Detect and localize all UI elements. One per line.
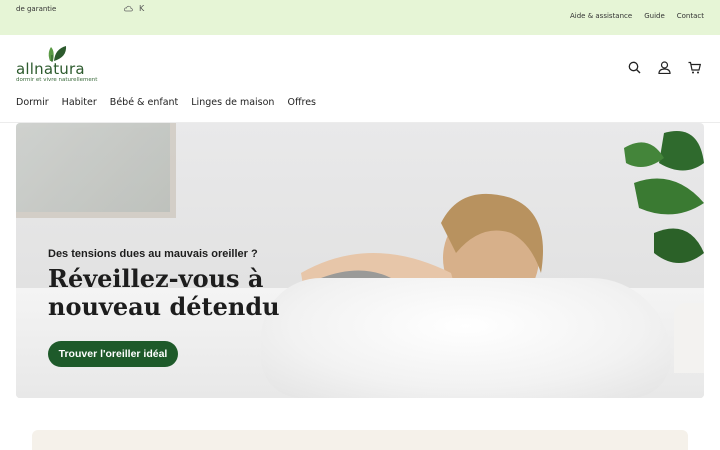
hero-headline-line-2: nouveau détendu <box>48 292 280 321</box>
hero-plant-pot <box>674 303 704 373</box>
nav-item-habiter[interactable]: Habiter <box>62 97 97 108</box>
hero-headline: Réveillez-vous à nouveau détendu <box>48 265 280 321</box>
user-icon[interactable] <box>656 59 672 75</box>
link-guide[interactable]: Guide <box>644 12 665 20</box>
cart-icon[interactable] <box>686 59 702 75</box>
promo-extra-label: K <box>139 4 145 13</box>
hero-wall-art <box>16 123 176 218</box>
nav-item-linges[interactable]: Linges de maison <box>191 97 274 108</box>
search-icon[interactable] <box>626 59 642 75</box>
site-header: allnatura dormir et vivre naturellement … <box>0 35 720 123</box>
hero-headline-line-1: Réveillez-vous à <box>48 264 264 293</box>
logo-tagline: dormir et vivre naturellement <box>16 77 98 83</box>
nav-item-dormir[interactable]: Dormir <box>16 97 49 108</box>
nav-item-offres[interactable]: Offres <box>287 97 316 108</box>
site-logo[interactable]: allnatura dormir et vivre naturellement <box>16 43 126 85</box>
link-help[interactable]: Aide & assistance <box>570 12 632 20</box>
promo-text: de garantie <box>16 5 57 13</box>
main-nav: Dormir Habiter Bébé & enfant Linges de m… <box>16 97 316 108</box>
hero-kicker: Des tensions dues au mauvais oreiller ? <box>48 248 258 260</box>
link-contact[interactable]: Contact <box>677 12 704 20</box>
promo-extra: K <box>124 4 144 13</box>
hero-banner: Des tensions dues au mauvais oreiller ? … <box>16 123 704 398</box>
cloud-icon <box>124 5 133 12</box>
find-pillow-button[interactable]: Trouver l'oreiller idéal <box>48 341 178 367</box>
next-section-card <box>32 430 688 450</box>
top-utility-bar: de garantie K Aide & assistance Guide Co… <box>0 0 720 35</box>
header-icons <box>626 59 702 75</box>
utility-links: Aide & assistance Guide Contact <box>570 12 704 20</box>
hero-plant <box>624 131 704 263</box>
nav-item-bebe-enfant[interactable]: Bébé & enfant <box>110 97 178 108</box>
logo-wordmark: allnatura <box>16 60 85 78</box>
